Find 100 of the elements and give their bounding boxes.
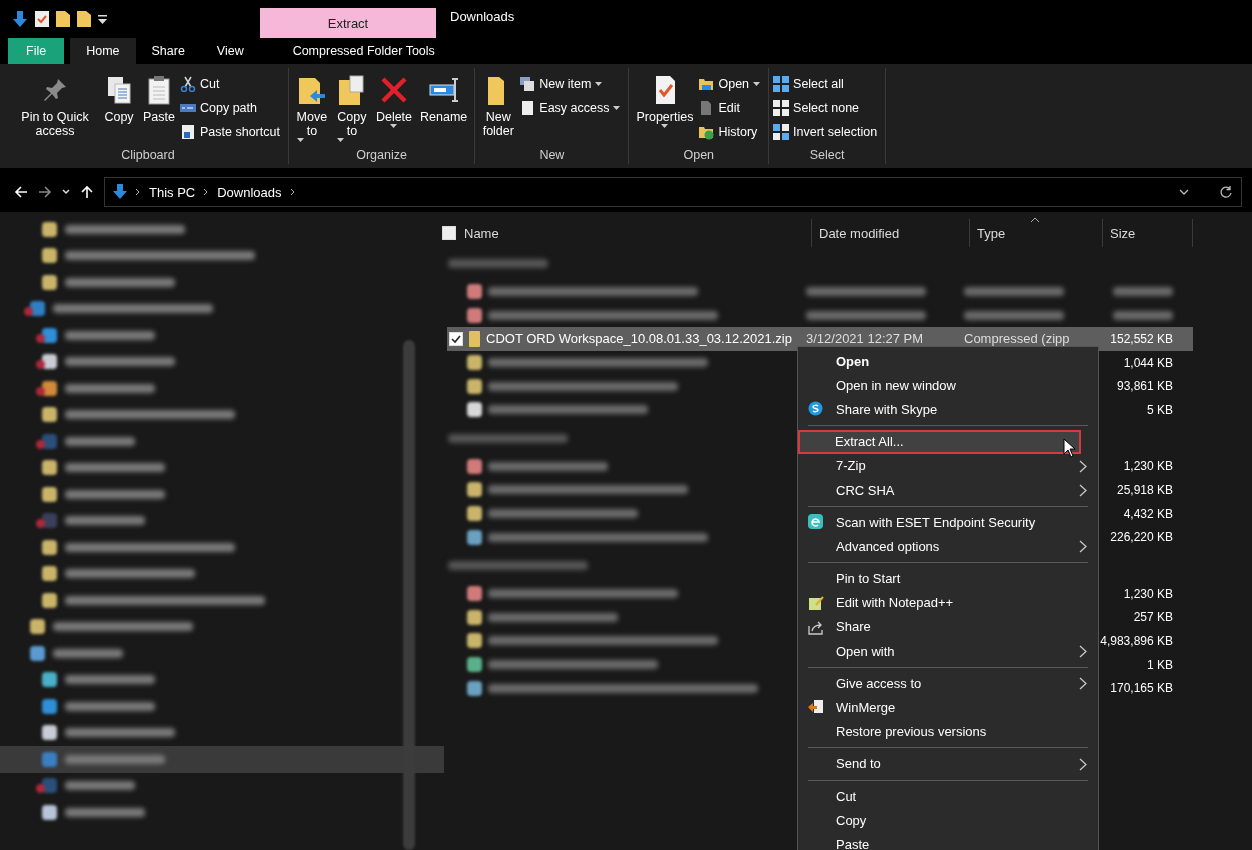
blurred-label	[53, 648, 123, 658]
ribbon-button[interactable]: Copy path	[180, 98, 284, 118]
scissors-icon	[180, 76, 196, 92]
file-size: 152,552 KB	[1110, 332, 1173, 346]
ribbon-button[interactable]: Edit	[698, 98, 765, 118]
mouse-pointer-icon	[1063, 438, 1076, 458]
ribbon-button[interactable]: Pin to Quick access	[12, 68, 98, 138]
folder-icon	[42, 592, 57, 608]
file-size: 1 KB	[1147, 657, 1173, 672]
ribbon-button[interactable]: Rename	[417, 68, 471, 124]
sync-error-icon	[36, 333, 45, 343]
nav-tree-item[interactable]	[0, 746, 444, 773]
ribbon-button[interactable]: Easy access	[519, 98, 625, 118]
menu-item[interactable]: Scan with ESET Endpoint Security	[799, 510, 1097, 535]
file-name: CDOT ORD Workspace_10.08.01.33_03.12.2021.zip	[486, 331, 792, 347]
menu-item[interactable]: 7-Zip	[799, 453, 1097, 478]
caret-icon	[753, 82, 761, 86]
column-header[interactable]: Size	[1103, 219, 1193, 247]
menu-item[interactable]: Edit with Notepad++	[799, 590, 1097, 615]
ribbon-tab[interactable]: Home	[70, 38, 136, 64]
ribbon-button[interactable]: New folder	[479, 68, 518, 138]
ribbon-button[interactable]: New item	[519, 74, 625, 94]
folder-icon	[42, 407, 57, 423]
menu-item[interactable]: Send to	[799, 751, 1097, 776]
ribbon-tab[interactable]: Compressed Folder Tools	[275, 38, 452, 64]
ribbon-button[interactable]: Copy	[100, 68, 138, 124]
menu-item[interactable]: Extract All...	[798, 429, 1081, 454]
menu-item[interactable]: Copy	[799, 808, 1097, 833]
back-icon	[14, 185, 28, 199]
ribbon-button[interactable]: Invert selection	[773, 122, 882, 142]
refresh-icon	[1219, 185, 1233, 199]
date-modified: 3/12/2021 12:27 PM	[806, 331, 924, 347]
column-header[interactable]: Name	[442, 219, 812, 247]
folder-icon	[42, 672, 57, 688]
ribbon-button[interactable]: Select all	[773, 74, 882, 94]
address-bar[interactable]: This PC Downloads	[104, 177, 1242, 207]
dropdown-caret-icon	[1179, 188, 1189, 196]
select-all-icon	[773, 76, 790, 92]
submenu-chevron-icon	[1079, 459, 1087, 473]
ribbon-tab[interactable]: View	[200, 38, 260, 64]
menu-item[interactable]: Open	[799, 349, 1097, 374]
history-icon	[698, 124, 715, 140]
folder-icon	[42, 751, 57, 767]
file-icon	[467, 529, 482, 545]
document-icon	[519, 100, 536, 116]
blurred-label	[65, 436, 135, 446]
invert-selection-icon	[773, 124, 790, 140]
ribbon-button[interactable]: Delete	[372, 68, 416, 128]
new-item-icon	[519, 76, 536, 92]
file-size: 25,918 KB	[1116, 482, 1173, 497]
ribbon-button[interactable]: Cut	[180, 74, 284, 94]
caret-icon	[296, 138, 304, 142]
file-size: 4,432 KB	[1123, 506, 1173, 521]
menu-item[interactable]: Share	[799, 614, 1097, 640]
ribbon-tab[interactable]: Share	[135, 38, 201, 64]
column-label: Type	[977, 225, 1006, 241]
ribbon-button[interactable]: History	[698, 122, 765, 142]
file-size: 1,044 KB	[1123, 355, 1173, 370]
ribbon-button[interactable]: Open	[698, 74, 765, 94]
menu-item[interactable]: Share with Skype	[799, 397, 1097, 422]
sync-error-icon	[36, 519, 45, 529]
file-icon	[467, 402, 482, 418]
row-checkbox[interactable]	[449, 332, 463, 346]
ribbon-button[interactable]: Copy to	[332, 68, 371, 142]
notepad-icon	[808, 594, 824, 611]
file-row[interactable]: CDOT ORD Workspace_10.08.01.33_03.12.2021.zip 3/12/2021 12:27 PM Compressed (zipp 152,552 KB	[447, 327, 1193, 351]
file-icon	[467, 284, 482, 300]
ribbon-button[interactable]: Paste shortcut	[180, 122, 284, 142]
submenu-chevron-icon	[1079, 757, 1087, 771]
blurred-size	[1113, 287, 1173, 297]
menu-item[interactable]: Open in new window	[799, 373, 1097, 398]
group-label: Organize	[355, 148, 408, 164]
file-size: 5 KB	[1147, 402, 1173, 417]
ribbon-button[interactable]: Select none	[773, 98, 882, 118]
group-label: Open	[682, 148, 716, 164]
caret-icon	[613, 106, 621, 110]
menu-item[interactable]: Pin to Start	[799, 566, 1097, 591]
file-type: Compressed (zipp	[964, 331, 1070, 347]
ribbon-button[interactable]: Properties	[633, 68, 697, 128]
ribbon-button[interactable]: Move to	[292, 68, 331, 142]
menu-item[interactable]: Restore previous versions	[799, 719, 1097, 744]
scrollbar-thumb[interactable]	[403, 340, 415, 850]
menu-item[interactable]: Give access to	[799, 671, 1097, 696]
ribbon-button[interactable]: Paste	[140, 68, 178, 124]
select-all-checkbox[interactable]	[442, 226, 456, 240]
menu-item[interactable]: WinMerge	[799, 695, 1097, 720]
menu-item[interactable]: Paste	[799, 832, 1097, 850]
breadcrumb[interactable]: Downloads	[217, 184, 282, 200]
group-label: New	[538, 148, 566, 164]
menu-item[interactable]: Open with	[799, 639, 1097, 664]
blurred-label	[65, 781, 135, 791]
column-header[interactable]: Date modified	[812, 219, 970, 247]
menu-item[interactable]: CRC SHA	[799, 477, 1097, 503]
column-header[interactable]: Type	[970, 219, 1103, 247]
menu-item[interactable]: Advanced options	[799, 534, 1097, 559]
folder-icon	[42, 566, 57, 582]
caret-icon	[595, 82, 603, 86]
column-label: Date modified	[819, 225, 900, 241]
breadcrumb[interactable]: This PC	[149, 184, 196, 200]
menu-item[interactable]: Cut	[799, 784, 1097, 809]
